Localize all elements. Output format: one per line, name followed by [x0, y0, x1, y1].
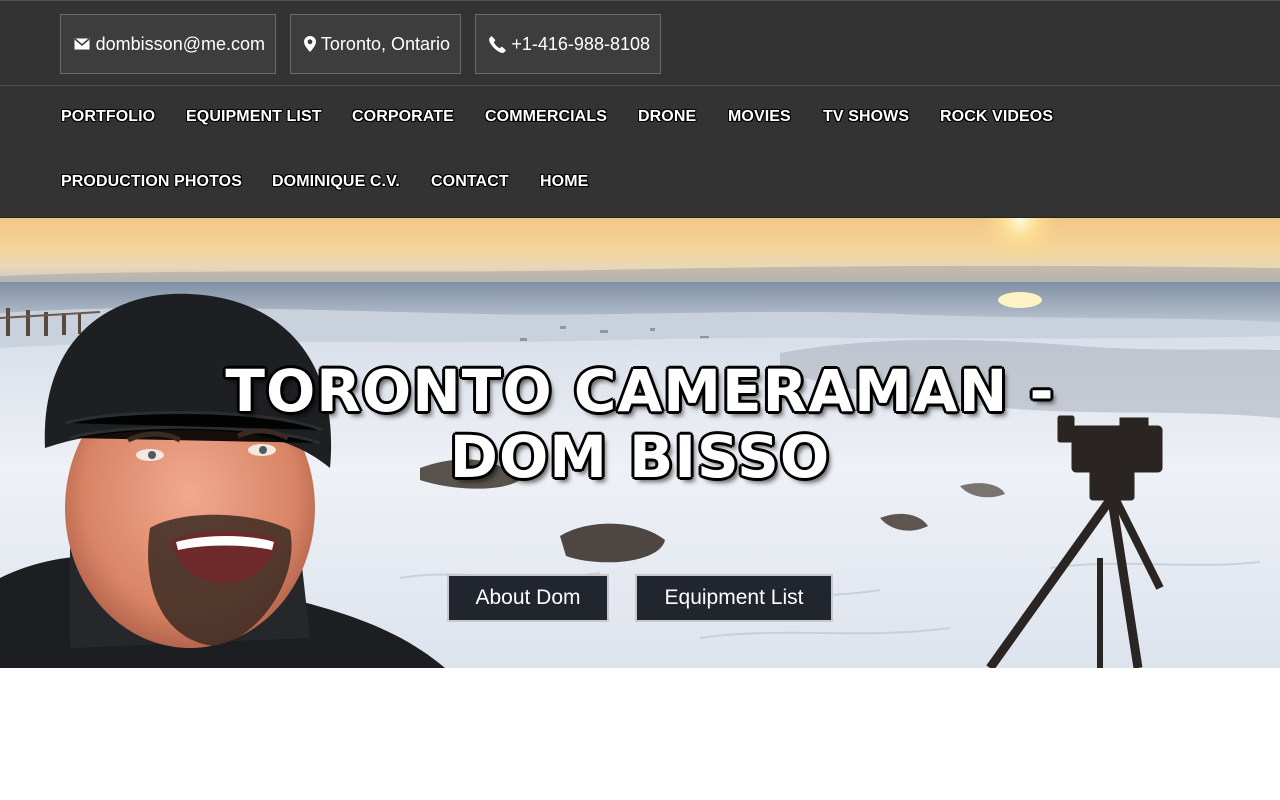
- phone-text: +1-416-988-8108: [511, 33, 650, 54]
- nav-item-rock-videos[interactable]: ROCK VIDEOS: [940, 108, 1053, 126]
- nav-item-drone[interactable]: DRONE: [638, 108, 696, 126]
- nav-item-commercials[interactable]: COMMERCIALS: [485, 108, 607, 126]
- equipment-list-button[interactable]: Equipment List: [635, 574, 833, 622]
- nav-item-tv-shows[interactable]: TV SHOWS: [823, 108, 909, 126]
- about-dom-button[interactable]: About Dom: [447, 574, 609, 622]
- main-nav: PORTFOLIO EQUIPMENT LIST CORPORATE COMME…: [0, 86, 1280, 218]
- phone-contact-link[interactable]: +1-416-988-8108: [475, 14, 661, 74]
- map-pin-icon: [303, 34, 317, 54]
- email-text: dombisson@me.com: [95, 33, 265, 54]
- nav-item-production-photos[interactable]: PRODUCTION PHOTOS: [61, 173, 242, 191]
- location-contact[interactable]: Toronto, Ontario: [290, 14, 461, 74]
- contact-bar: dombisson@me.com Toronto, Ontario +1-416…: [0, 0, 1280, 86]
- location-text: Toronto, Ontario: [320, 33, 450, 54]
- nav-item-equipment-list[interactable]: EQUIPMENT LIST: [186, 108, 322, 126]
- email-contact-link[interactable]: dombisson@me.com: [60, 14, 276, 74]
- hero-title: TORONTO CAMERAMAN - DOM BISSO: [225, 357, 1055, 491]
- nav-item-corporate[interactable]: CORPORATE: [352, 108, 454, 126]
- nav-item-contact[interactable]: CONTACT: [431, 173, 509, 191]
- hero-banner: TORONTO CAMERAMAN - DOM BISSO About Dom …: [0, 218, 1280, 668]
- phone-icon: [488, 34, 507, 54]
- nav-item-movies[interactable]: MOVIES: [728, 108, 791, 126]
- nav-item-home[interactable]: HOME: [540, 173, 588, 191]
- nav-item-portfolio[interactable]: PORTFOLIO: [61, 108, 155, 126]
- envelope-icon: [73, 34, 92, 54]
- nav-item-dominique-cv[interactable]: DOMINIQUE C.V.: [272, 173, 400, 191]
